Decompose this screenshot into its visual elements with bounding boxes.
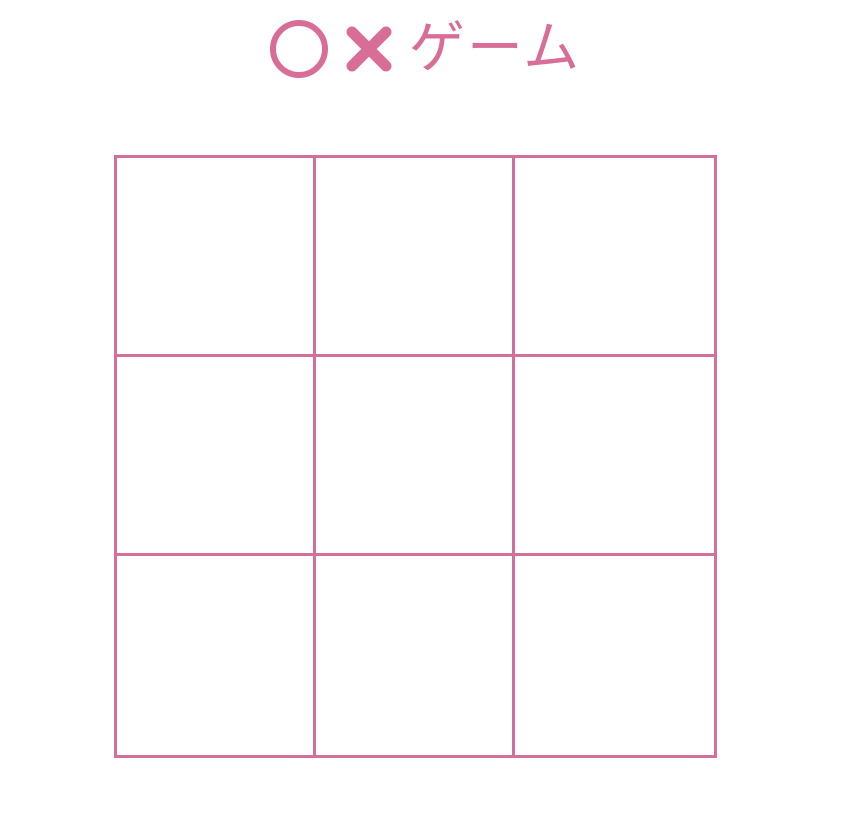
game-title: ゲーム	[267, 14, 581, 84]
cross-mark-icon	[346, 26, 392, 72]
board-cell-2-2[interactable]	[515, 556, 714, 755]
board-cell-1-2[interactable]	[515, 357, 714, 556]
circle-mark-icon	[269, 20, 328, 78]
board-cell-1-1[interactable]	[316, 357, 515, 556]
board-cell-1-0[interactable]	[117, 357, 316, 556]
game-board	[114, 155, 717, 758]
board-cell-0-0[interactable]	[117, 158, 316, 357]
board-cell-2-0[interactable]	[117, 556, 316, 755]
game-header: ゲーム	[0, 14, 848, 84]
board-cell-0-1[interactable]	[316, 158, 515, 357]
board-cell-2-1[interactable]	[316, 556, 515, 755]
board-cell-0-2[interactable]	[515, 158, 714, 357]
title-text: ゲーム	[408, 16, 582, 81]
